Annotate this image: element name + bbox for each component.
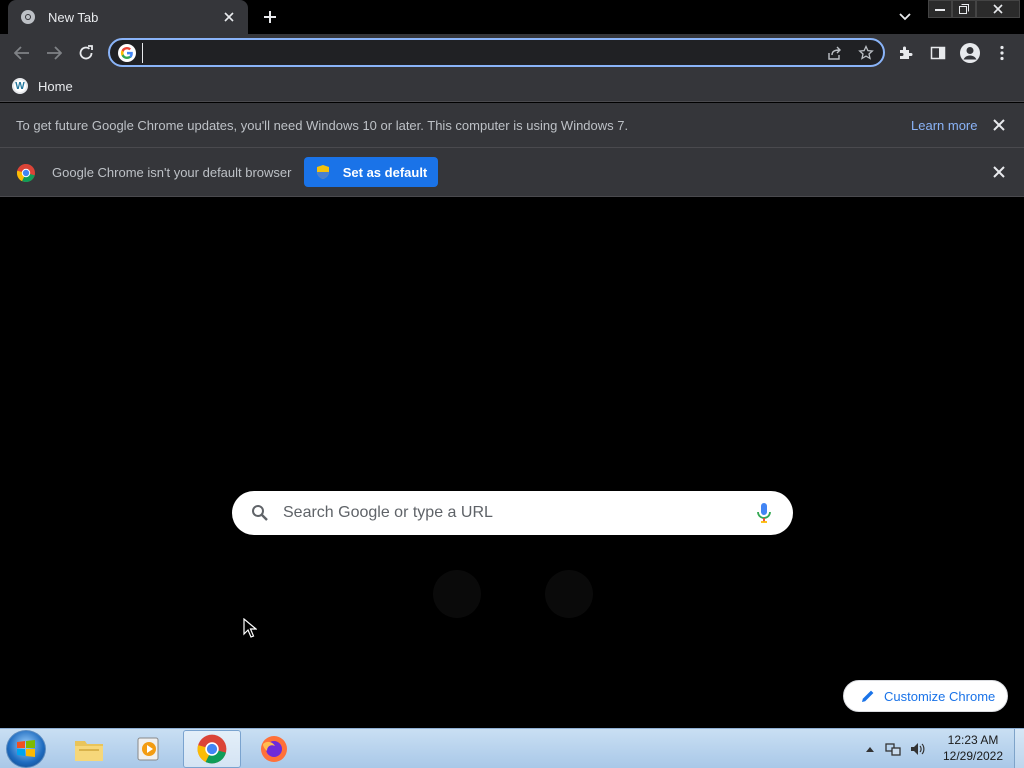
taskbar-google-chrome[interactable] <box>183 730 241 768</box>
chrome-taskbar-icon <box>197 734 227 764</box>
firefox-icon <box>261 736 287 762</box>
customize-chrome-label: Customize Chrome <box>884 688 996 704</box>
show-hidden-icons-arrow-icon[interactable] <box>862 741 878 757</box>
profile-avatar-icon[interactable] <box>958 41 982 65</box>
clock-time: 12:23 AM <box>947 733 999 747</box>
taskbar-clock[interactable]: 12:23 AM 12/29/2022 <box>936 732 1010 764</box>
chrome-favicon-icon <box>21 10 35 24</box>
media-player-icon <box>137 737 159 761</box>
folder-icon <box>75 741 103 761</box>
windows-taskbar: 12:23 AM 12/29/2022 <box>0 728 1024 768</box>
wordpress-icon: W <box>12 78 28 94</box>
window-close-button[interactable] <box>976 0 1020 18</box>
default-browser-infobar: Google Chrome isn't your default browser… <box>0 148 1024 197</box>
ntp-search-input[interactable] <box>283 501 723 525</box>
system-tray <box>862 729 926 768</box>
taskbar-firefox[interactable] <box>245 730 303 768</box>
update-infobar: To get future Google Chrome updates, you… <box>0 103 1024 148</box>
bookmark-home-label: Home <box>38 78 73 94</box>
address-bar[interactable] <box>108 38 885 67</box>
taskbar-media-player[interactable] <box>120 730 178 768</box>
tab-search-chevron-icon[interactable] <box>893 6 917 28</box>
window-minimize-button[interactable] <box>928 0 952 18</box>
new-tab-plus-icon[interactable] <box>258 5 282 29</box>
tab-close-icon[interactable] <box>220 8 238 26</box>
tab-new-tab[interactable]: New Tab <box>8 0 248 34</box>
volume-icon[interactable] <box>908 740 926 758</box>
new-tab-page: Customize Chrome <box>0 198 1024 728</box>
network-icon[interactable] <box>884 740 902 758</box>
side-panel-icon[interactable] <box>926 41 950 65</box>
voice-search-mic-icon[interactable] <box>754 502 774 524</box>
search-icon <box>252 505 268 521</box>
shortcut-tile-2[interactable] <box>545 570 593 618</box>
extensions-puzzle-icon[interactable] <box>894 41 918 65</box>
set-as-default-button[interactable]: Set as default <box>304 157 438 187</box>
bookmark-home[interactable]: W Home <box>12 75 73 97</box>
mouse-cursor-icon <box>243 618 257 638</box>
window-restore-button[interactable] <box>952 0 976 18</box>
pencil-icon <box>862 690 874 702</box>
browser-toolbar <box>0 34 1024 72</box>
start-button[interactable] <box>6 730 46 768</box>
address-input[interactable] <box>142 43 812 63</box>
customize-chrome-button[interactable]: Customize Chrome <box>843 680 1008 712</box>
more-menu-icon[interactable] <box>990 41 1014 65</box>
share-icon[interactable] <box>823 43 845 63</box>
tab-strip: New Tab <box>0 0 1024 34</box>
forward-arrow-icon[interactable] <box>42 41 66 65</box>
ntp-search-box[interactable] <box>232 491 793 535</box>
update-infobar-message: To get future Google Chrome updates, you… <box>16 118 629 133</box>
back-arrow-icon[interactable] <box>10 41 34 65</box>
windows-logo-icon <box>17 740 35 757</box>
shortcut-tile-1[interactable] <box>433 570 481 618</box>
learn-more-link[interactable]: Learn more <box>911 118 977 133</box>
google-g-icon <box>118 44 136 62</box>
reload-icon[interactable] <box>74 41 98 65</box>
taskbar-windows-explorer[interactable] <box>60 730 118 768</box>
bookmarks-bar: W Home <box>0 72 1024 102</box>
clock-date: 12/29/2022 <box>942 749 1004 763</box>
default-browser-close-icon[interactable] <box>990 163 1008 181</box>
bookmark-star-icon[interactable] <box>855 43 877 63</box>
chrome-logo-icon <box>16 163 35 183</box>
uac-shield-icon <box>316 165 329 179</box>
update-infobar-close-icon[interactable] <box>990 116 1008 134</box>
set-as-default-label: Set as default <box>342 164 428 180</box>
default-browser-message: Google Chrome isn't your default browser <box>52 165 292 180</box>
show-desktop-button[interactable] <box>1014 729 1024 768</box>
tab-title: New Tab <box>48 9 99 25</box>
